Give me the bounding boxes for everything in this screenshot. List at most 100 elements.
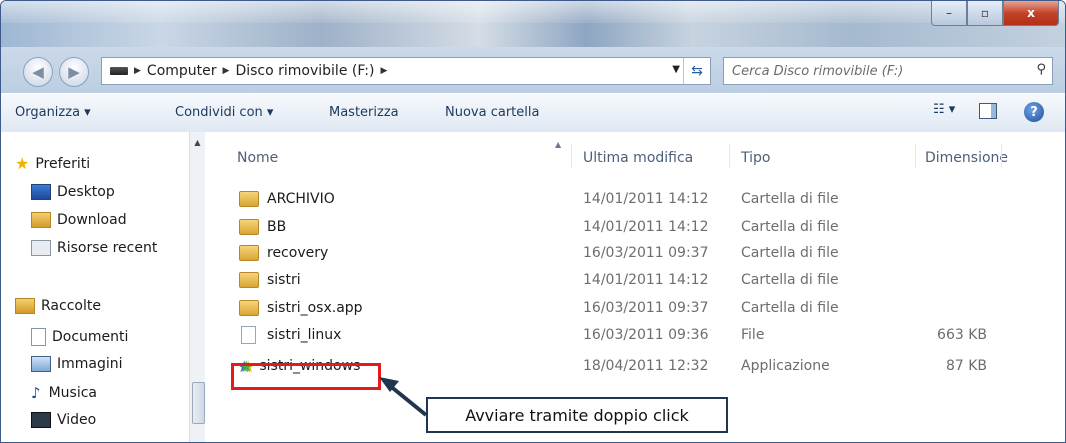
folder-icon bbox=[239, 191, 259, 207]
back-button[interactable]: ◀ bbox=[23, 57, 53, 87]
search-icon[interactable]: ⚲ bbox=[1036, 62, 1046, 77]
close-button[interactable]: x bbox=[1003, 1, 1059, 26]
sidebar-label: Musica bbox=[48, 385, 97, 401]
images-icon bbox=[31, 356, 51, 372]
file-date: 14/01/2011 14:12 bbox=[583, 191, 709, 207]
title-bar[interactable]: – ▫ x bbox=[1, 1, 1065, 47]
burn-button[interactable]: Masterizza bbox=[329, 105, 399, 120]
column-divider[interactable] bbox=[915, 144, 916, 168]
file-name: recovery bbox=[267, 245, 329, 261]
file-name: BB bbox=[267, 219, 287, 235]
sidebar-label: Raccolte bbox=[41, 298, 101, 314]
documents-icon bbox=[31, 328, 46, 346]
window-controls: – ▫ x bbox=[931, 1, 1059, 26]
file-date: 14/01/2011 14:12 bbox=[583, 272, 709, 288]
help-icon[interactable]: ? bbox=[1024, 102, 1044, 122]
sidebar-item-documents[interactable]: Documenti bbox=[31, 328, 128, 346]
breadcrumb-separator-icon: ▶ bbox=[222, 66, 230, 76]
folder-icon bbox=[239, 272, 259, 288]
column-divider[interactable] bbox=[571, 144, 572, 168]
libraries-icon bbox=[15, 298, 35, 314]
scroll-thumb[interactable] bbox=[192, 382, 205, 424]
drive-icon bbox=[110, 67, 128, 75]
sidebar-item-download[interactable]: Download bbox=[31, 212, 127, 228]
sidebar-label: Documenti bbox=[52, 329, 129, 345]
breadcrumb-separator-icon: ▶ bbox=[134, 66, 141, 76]
column-header-type[interactable]: Tipo bbox=[741, 150, 770, 166]
sidebar-label: Risorse recent bbox=[57, 240, 158, 256]
file-name: ARCHIVIO bbox=[267, 191, 335, 207]
file-type: Cartella di file bbox=[741, 219, 839, 235]
share-button[interactable]: Condividi con ▾ bbox=[175, 105, 273, 120]
file-type: Applicazione bbox=[741, 358, 830, 374]
file-date: 16/03/2011 09:37 bbox=[583, 300, 709, 316]
file-type: Cartella di file bbox=[741, 191, 839, 207]
organize-button[interactable]: Organizza ▾ bbox=[15, 105, 91, 120]
scroll-up-icon[interactable]: ▲ bbox=[190, 138, 205, 147]
generic-file-icon bbox=[241, 326, 256, 344]
callout-box: Avviare tramite doppio click bbox=[426, 397, 728, 433]
table-row[interactable]: ARCHIVIO 14/01/2011 14:12 Cartella di fi… bbox=[205, 188, 1065, 210]
callout-text: Avviare tramite doppio click bbox=[465, 405, 689, 425]
sidebar-item-music[interactable]: ♪ Musica bbox=[31, 384, 97, 402]
file-name: sistri bbox=[267, 272, 301, 288]
column-header-size[interactable]: Dimensione bbox=[925, 150, 1008, 166]
search-input[interactable]: Cerca Disco rimovibile (F:) ⚲ bbox=[723, 57, 1053, 85]
preview-pane-icon[interactable] bbox=[979, 103, 997, 119]
table-row[interactable]: sistri 14/01/2011 14:12 Cartella di file bbox=[205, 269, 1065, 291]
sidebar-scrollbar[interactable]: ▲ bbox=[189, 132, 205, 442]
breadcrumb-drive[interactable]: Disco rimovibile (F:) bbox=[235, 63, 374, 79]
sidebar-item-images[interactable]: Immagini bbox=[31, 356, 123, 372]
back-arrow-icon: ◀ bbox=[32, 63, 44, 81]
file-type: File bbox=[741, 327, 765, 343]
command-bar: Organizza ▾ Condividi con ▾ Masterizza N… bbox=[1, 93, 1065, 133]
sidebar-item-recent[interactable]: Risorse recent bbox=[31, 240, 157, 256]
address-bar[interactable]: ▶ Computer ▶ Disco rimovibile (F:) ▶ ▼ ⇆ bbox=[101, 57, 711, 85]
star-icon: ★ bbox=[15, 154, 30, 173]
sidebar-item-desktop[interactable]: Desktop bbox=[31, 184, 115, 200]
sidebar-label: Video bbox=[57, 412, 97, 428]
table-row[interactable]: sistri_linux 16/03/2011 09:36 File 663 K… bbox=[205, 324, 1065, 346]
table-row[interactable]: recovery 16/03/2011 09:37 Cartella di fi… bbox=[205, 242, 1065, 264]
music-icon: ♪ bbox=[31, 384, 41, 402]
new-folder-button[interactable]: Nuova cartella bbox=[445, 105, 539, 120]
file-type: Cartella di file bbox=[741, 245, 839, 261]
sort-ascending-icon: ▲ bbox=[555, 140, 562, 149]
file-date: 16/03/2011 09:36 bbox=[583, 327, 709, 343]
desktop-icon bbox=[31, 184, 51, 200]
folder-icon bbox=[239, 245, 259, 261]
address-dropdown-icon[interactable]: ▼ bbox=[672, 64, 680, 75]
column-header-date[interactable]: Ultima modifica bbox=[583, 150, 693, 166]
minimize-button[interactable]: – bbox=[931, 1, 967, 26]
file-date: 18/04/2011 12:32 bbox=[583, 358, 709, 374]
column-divider[interactable] bbox=[1001, 144, 1002, 168]
table-row[interactable]: sistri_osx.app 16/03/2011 09:37 Cartella… bbox=[205, 297, 1065, 319]
sidebar-item-libraries[interactable]: Raccolte bbox=[15, 298, 101, 314]
file-type: Cartella di file bbox=[741, 300, 839, 316]
sidebar-label: Preferiti bbox=[35, 155, 91, 172]
video-icon bbox=[31, 412, 51, 428]
sidebar-item-video[interactable]: Video bbox=[31, 412, 96, 428]
highlight-box bbox=[231, 363, 381, 390]
file-list: Nome ▲ Ultima modifica Tipo Dimensione A… bbox=[205, 132, 1065, 442]
download-folder-icon bbox=[31, 212, 51, 228]
column-header-name[interactable]: Nome bbox=[237, 150, 278, 166]
forward-button[interactable]: ▶ bbox=[59, 57, 89, 87]
recent-places-icon bbox=[31, 240, 51, 256]
forward-arrow-icon: ▶ bbox=[68, 63, 80, 81]
file-size: 663 KB bbox=[937, 327, 987, 343]
refresh-icon[interactable]: ⇆ bbox=[683, 58, 710, 84]
view-options-icon[interactable]: ☷ ▾ bbox=[933, 102, 955, 117]
table-row[interactable]: BB 14/01/2011 14:12 Cartella di file bbox=[205, 216, 1065, 238]
breadcrumb-computer[interactable]: Computer bbox=[147, 63, 217, 79]
column-divider[interactable] bbox=[729, 144, 730, 168]
maximize-button[interactable]: ▫ bbox=[967, 1, 1003, 26]
folder-icon bbox=[239, 219, 259, 235]
file-name: sistri_osx.app bbox=[267, 300, 363, 316]
sidebar-item-favorites[interactable]: ★ Preferiti bbox=[15, 154, 90, 173]
file-date: 16/03/2011 09:37 bbox=[583, 245, 709, 261]
navigation-pane: ★ Preferiti Desktop Download Risorse rec… bbox=[1, 132, 205, 442]
sidebar-label: Desktop bbox=[57, 184, 115, 200]
folder-icon bbox=[239, 300, 259, 316]
file-name: sistri_linux bbox=[267, 327, 342, 343]
